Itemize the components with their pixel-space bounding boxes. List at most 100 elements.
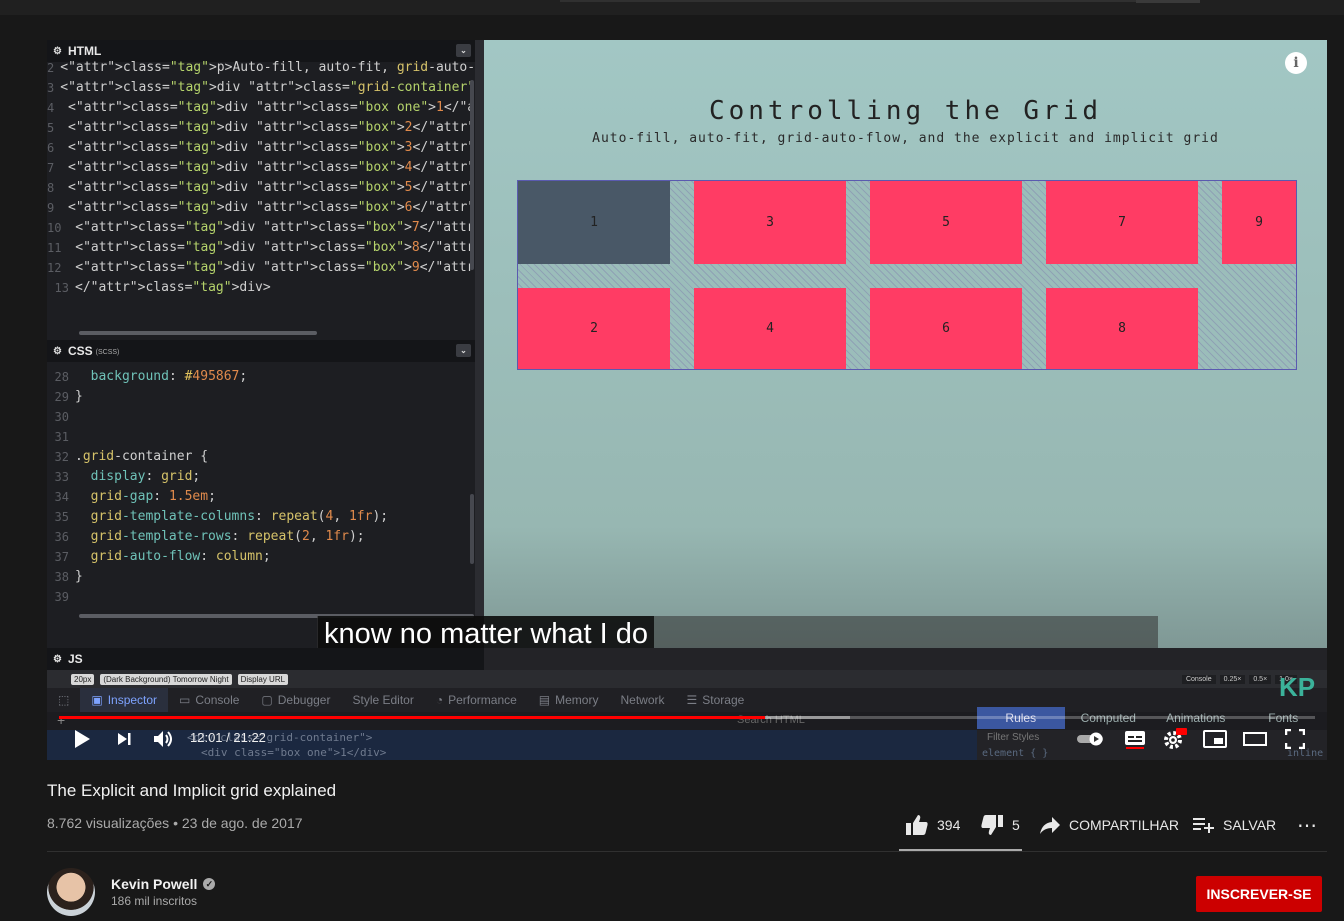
css-code-line[interactable]: 29} <box>47 387 475 407</box>
line-number: 9 <box>47 201 55 215</box>
avatar[interactable] <box>47 868 95 916</box>
thumbs-up-icon <box>906 815 928 835</box>
css-code-line[interactable]: 37 grid-auto-flow: column; <box>47 547 475 567</box>
html-code[interactable]: 2 <"attr">class="tag">p>Auto-fill, auto-f… <box>47 58 475 330</box>
line-number: 7 <box>47 161 55 175</box>
autoplay-toggle[interactable] <box>1075 726 1107 752</box>
settings-gear-icon <box>1164 728 1187 749</box>
search-bar-edge[interactable] <box>560 0 1136 2</box>
line-number: 11 <box>47 241 62 255</box>
volume-button[interactable] <box>149 726 179 752</box>
line-number: 8 <box>47 181 55 195</box>
tab-debugger[interactable]: ▢ Debugger <box>250 688 341 712</box>
save-button[interactable]: SALVAR <box>1193 813 1276 837</box>
tab-network[interactable]: Network <box>609 688 675 712</box>
volume-icon <box>154 731 172 747</box>
video-player[interactable]: ⚙ HTML ⌄ 2 <"attr">class="tag">p>Auto-fil… <box>47 40 1327 760</box>
code-text: </"attr">class="tag">div> <box>75 280 271 295</box>
css-code-line[interactable]: 30 <box>47 407 475 427</box>
gear-icon[interactable]: ⚙ <box>53 346 62 357</box>
meta-separator: • <box>173 815 182 831</box>
subtitles-button[interactable] <box>1121 726 1149 752</box>
html-code-line[interactable]: 7 <"attr">class="tag">div "attr">class="… <box>47 158 475 178</box>
fullscreen-button[interactable] <box>1281 726 1309 752</box>
css-code-line[interactable]: 35 grid-template-columns: repeat(4, 1fr)… <box>47 507 475 527</box>
pick-element-icon[interactable]: ⬚ <box>47 688 80 712</box>
html-code-line[interactable]: 5 <"attr">class="tag">div "attr">class="… <box>47 118 475 138</box>
inspector-icon: ▣ <box>91 693 103 707</box>
html-code-line[interactable]: 10 <"attr">class="tag">div "attr">class=… <box>47 218 475 238</box>
theater-icon <box>1243 732 1267 746</box>
save-label: SALVAR <box>1223 817 1277 833</box>
tab-inspector[interactable]: ▣ Inspector <box>80 688 169 712</box>
css-code-line[interactable]: 33 display: grid; <box>47 467 475 487</box>
code-text: <"attr">class="tag">p>Auto-fill, auto-fi… <box>60 60 475 75</box>
search-button-edge[interactable] <box>1136 0 1200 3</box>
html-scrollbar-v[interactable] <box>470 80 474 270</box>
play-icon <box>75 730 90 748</box>
progress-bar[interactable] <box>59 716 1315 719</box>
css-code-line[interactable]: 28 background: #495867; <box>47 367 475 387</box>
tab-console[interactable]: ▭ Console <box>168 688 250 712</box>
miniplayer-button[interactable] <box>1201 726 1229 752</box>
chevron-down-icon[interactable]: ⌄ <box>456 344 471 357</box>
html-code-line[interactable]: 8 <"attr">class="tag">div "attr">class="… <box>47 178 475 198</box>
preview-subtitle: Auto-fill, auto-fit, grid-auto-flow, and… <box>592 131 1219 146</box>
html-code-line[interactable]: 12 <"attr">class="tag">div "attr">class=… <box>47 258 475 278</box>
dislike-count: 5 <box>1012 817 1020 833</box>
play-button[interactable] <box>69 726 95 752</box>
css-scrollbar-v[interactable] <box>470 494 474 564</box>
codepen-settings-bar: 20px (Dark Background) Tomorrow Night Di… <box>47 670 1327 688</box>
like-button[interactable]: 394 <box>905 813 960 837</box>
css-code-line[interactable]: 31 <box>47 427 475 447</box>
js-panel-title: JS <box>67 652 83 666</box>
gear-icon[interactable]: ⚙ <box>53 654 62 665</box>
line-number: 2 <box>47 61 55 75</box>
chevron-down-icon[interactable]: ⌄ <box>456 44 471 57</box>
html-code-line[interactable]: 3 <"attr">class="tag">div "attr">class="g… <box>47 78 475 98</box>
channel-name[interactable]: Kevin Powell <box>111 876 197 892</box>
css-code-line[interactable]: 39 <box>47 587 475 607</box>
settings-button[interactable] <box>1161 726 1189 752</box>
css-code-line[interactable]: 38} <box>47 567 475 587</box>
subscribe-button[interactable]: INSCREVER-SE <box>1196 876 1322 912</box>
tab-memory[interactable]: ▤ Memory <box>528 688 610 712</box>
font-size-select[interactable]: 20px <box>71 673 95 685</box>
css-code-line[interactable]: 32 .grid-container { <box>47 447 475 467</box>
html-code-line[interactable]: 4 <"attr">class="tag">div "attr">class="… <box>47 98 475 118</box>
grid-container: 1 2 3 4 5 6 7 8 9 <box>517 180 1297 370</box>
next-button[interactable] <box>111 726 137 752</box>
html-scrollbar-h[interactable] <box>79 331 317 335</box>
info-icon[interactable]: i <box>1285 52 1307 74</box>
html-code-line[interactable]: 2 <"attr">class="tag">p>Auto-fill, auto-f… <box>47 58 475 78</box>
tab-storage[interactable]: ☰ Storage <box>676 688 756 712</box>
line-number: 30 <box>54 410 69 424</box>
css-code-line[interactable]: 34 grid-gap: 1.5em; <box>47 487 475 507</box>
dislike-button[interactable]: 5 <box>980 813 1020 837</box>
line-number: 6 <box>47 141 55 155</box>
console-button[interactable]: Console <box>1181 674 1216 684</box>
line-number: 33 <box>54 470 69 484</box>
html-code-line[interactable]: 11 <"attr">class="tag">div "attr">class=… <box>47 238 475 258</box>
display-url-button[interactable]: Display URL <box>237 673 289 685</box>
tab-style-editor[interactable]: Style Editor <box>341 688 424 712</box>
channel-watermark[interactable]: KP <box>1279 672 1315 703</box>
line-number: 3 <box>47 81 55 95</box>
line-number: 12 <box>47 261 62 275</box>
theme-select[interactable]: (Dark Background) Tomorrow Night <box>100 673 232 685</box>
html-code-line[interactable]: 6 <"attr">class="tag">div "attr">class="… <box>47 138 475 158</box>
html-code-line[interactable]: 13 </"attr">class="tag">div> <box>47 278 475 298</box>
theater-mode-button[interactable] <box>1241 726 1269 752</box>
tab-performance[interactable]: ◔ Performance <box>425 688 528 712</box>
css-panel-subtitle: (SCSS) <box>95 349 120 356</box>
zoom-05-button[interactable]: 0.5× <box>1249 674 1272 684</box>
editor-resize-handle[interactable] <box>475 40 484 648</box>
share-button[interactable]: COMPARTILHAR <box>1039 813 1179 837</box>
html-code-line[interactable]: 9 <"attr">class="tag">div "attr">class="… <box>47 198 475 218</box>
css-code[interactable]: 28 background: #495867; 29} 30 31 32 .grid-co… <box>47 367 475 611</box>
css-code-line[interactable]: 36 grid-template-rows: repeat(2, 1fr); <box>47 527 475 547</box>
miniplayer-icon <box>1203 730 1227 748</box>
gear-icon[interactable]: ⚙ <box>53 46 62 57</box>
zoom-025-button[interactable]: 0.25× <box>1219 674 1246 684</box>
more-actions-icon[interactable]: ⋯ <box>1297 813 1318 837</box>
